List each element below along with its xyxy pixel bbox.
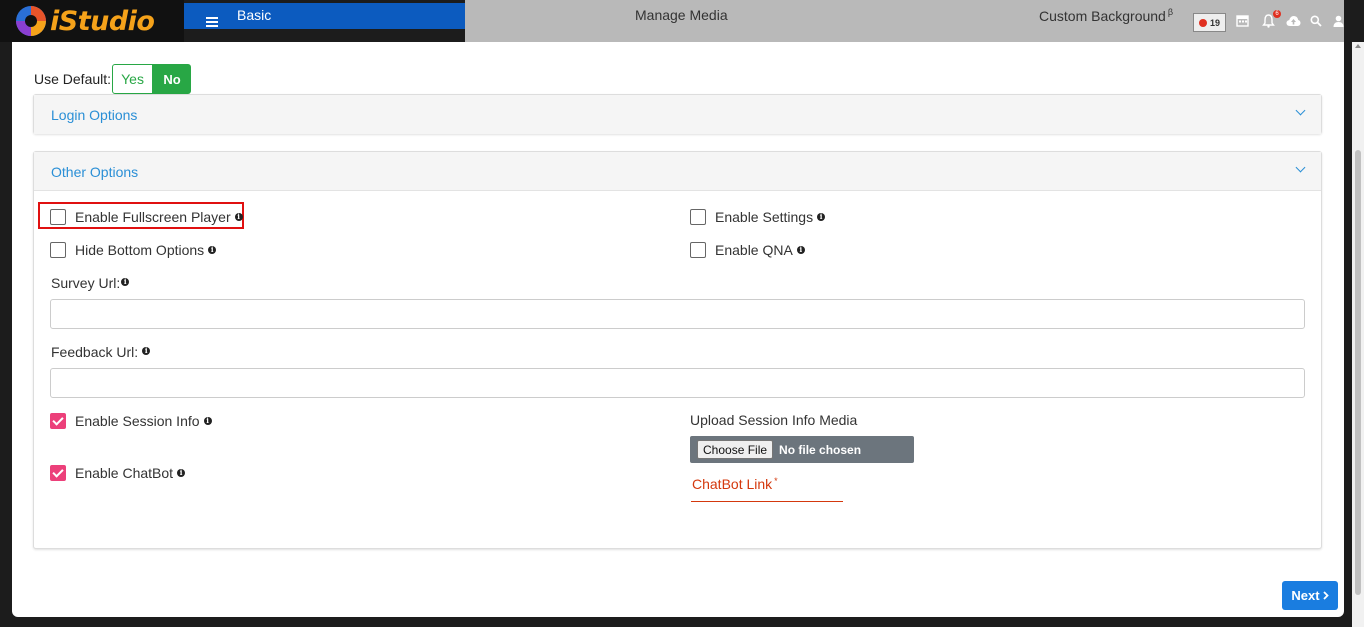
menu-icon[interactable] <box>206 14 218 30</box>
feedback-url-input[interactable] <box>50 368 1305 398</box>
enable-session-info-option[interactable]: Enable Session Info i <box>50 413 212 429</box>
survey-url-label-row: Survey Url: i <box>51 275 130 291</box>
info-icon[interactable]: i <box>177 469 186 477</box>
scrollbar-thumb[interactable] <box>1355 150 1361 595</box>
info-icon[interactable]: i <box>817 213 826 221</box>
tab-manage-media[interactable]: Manage Media <box>635 7 728 23</box>
chatbot-link-label: ChatBot Link <box>692 476 773 492</box>
hide-bottom-options-label: Hide Bottom Options <box>75 242 205 258</box>
enable-settings-label: Enable Settings <box>715 209 814 225</box>
chevron-down-icon <box>1295 162 1306 173</box>
no-file-chosen-text: No file chosen <box>779 442 862 457</box>
top-bar: iStudio Basic Manage Media Custom Backgr… <box>0 0 1364 42</box>
enable-chatbot-option[interactable]: Enable ChatBot i <box>50 465 186 481</box>
enable-qna-option[interactable]: Enable QNA i <box>690 242 805 258</box>
enable-session-info-checkbox[interactable] <box>50 413 66 429</box>
tab-custom-background-label: Custom Background <box>1039 8 1166 24</box>
live-status-badge[interactable]: 19 <box>1193 13 1226 32</box>
chatbot-link-field[interactable]: ChatBot Link * <box>692 476 778 492</box>
main-content: Use Default: Yes No Login Options Other … <box>12 42 1344 617</box>
hide-bottom-options-checkbox[interactable] <box>50 242 66 258</box>
cloud-upload-icon[interactable] <box>1286 14 1301 28</box>
tab-basic-label: Basic <box>237 7 272 23</box>
hide-bottom-options-option[interactable]: Hide Bottom Options i <box>50 242 217 258</box>
chevron-down-icon <box>1295 105 1306 116</box>
info-icon[interactable]: i <box>203 417 212 425</box>
istudio-logo-icon <box>14 4 50 38</box>
user-icon[interactable] <box>1333 14 1347 28</box>
tab-custom-background[interactable]: Custom Background β <box>1039 7 1173 24</box>
use-default-toggle: Yes No <box>112 64 192 94</box>
next-button[interactable]: Next <box>1282 581 1338 610</box>
enable-settings-checkbox[interactable] <box>690 209 706 225</box>
info-icon[interactable]: i <box>796 246 805 254</box>
info-icon[interactable]: i <box>121 278 130 286</box>
use-default-no-button[interactable]: No <box>153 64 192 94</box>
enable-qna-checkbox[interactable] <box>690 242 706 258</box>
enable-chatbot-label: Enable ChatBot <box>75 465 174 481</box>
next-label: Next <box>1291 588 1320 603</box>
other-options-title: Other Options <box>51 164 139 180</box>
login-options-panel: Login Options <box>33 94 1322 134</box>
login-options-title: Login Options <box>51 107 138 123</box>
logo[interactable]: iStudio <box>0 0 184 42</box>
session-info-file-input[interactable]: Choose File No file chosen <box>690 436 914 463</box>
tab-basic[interactable]: Basic <box>184 3 465 29</box>
logo-text: iStudio <box>50 5 155 37</box>
info-icon[interactable]: i <box>142 347 151 355</box>
choose-file-button[interactable]: Choose File <box>697 440 774 459</box>
required-marker: * <box>774 476 778 486</box>
enable-settings-option[interactable]: Enable Settings i <box>690 209 826 225</box>
enable-qna-label: Enable QNA <box>715 242 793 258</box>
live-dot-icon <box>1198 18 1207 27</box>
enable-chatbot-checkbox[interactable] <box>50 465 66 481</box>
use-default-row: Use Default: Yes No <box>34 64 192 94</box>
chatbot-link-underline[interactable] <box>691 501 843 502</box>
enable-fullscreen-player-option[interactable]: Enable Fullscreen Player i <box>50 209 243 225</box>
use-default-label: Use Default: <box>34 71 112 87</box>
upload-session-info-media-label: Upload Session Info Media <box>690 412 858 428</box>
search-icon[interactable] <box>1310 14 1324 28</box>
feedback-url-label: Feedback Url: <box>51 344 139 360</box>
feedback-url-label-row: Feedback Url: i <box>51 344 151 360</box>
beta-badge: β <box>1167 7 1174 17</box>
scroll-up-icon[interactable] <box>1355 44 1361 48</box>
survey-url-input[interactable] <box>50 299 1305 329</box>
enable-session-info-label: Enable Session Info <box>75 413 200 429</box>
info-icon[interactable]: i <box>234 213 243 221</box>
calendar-icon[interactable] <box>1236 14 1250 28</box>
survey-url-label: Survey Url: <box>51 275 121 291</box>
login-options-header[interactable]: Login Options <box>34 95 1321 134</box>
use-default-yes-button[interactable]: Yes <box>112 64 154 94</box>
live-count: 19 <box>1209 17 1220 28</box>
chevron-right-icon <box>1322 588 1329 603</box>
enable-fullscreen-player-checkbox[interactable] <box>50 209 66 225</box>
enable-fullscreen-player-label: Enable Fullscreen Player <box>75 209 231 225</box>
notification-count: 6 <box>1273 10 1281 18</box>
other-options-header[interactable]: Other Options <box>34 152 1321 191</box>
info-icon[interactable]: i <box>208 246 217 254</box>
